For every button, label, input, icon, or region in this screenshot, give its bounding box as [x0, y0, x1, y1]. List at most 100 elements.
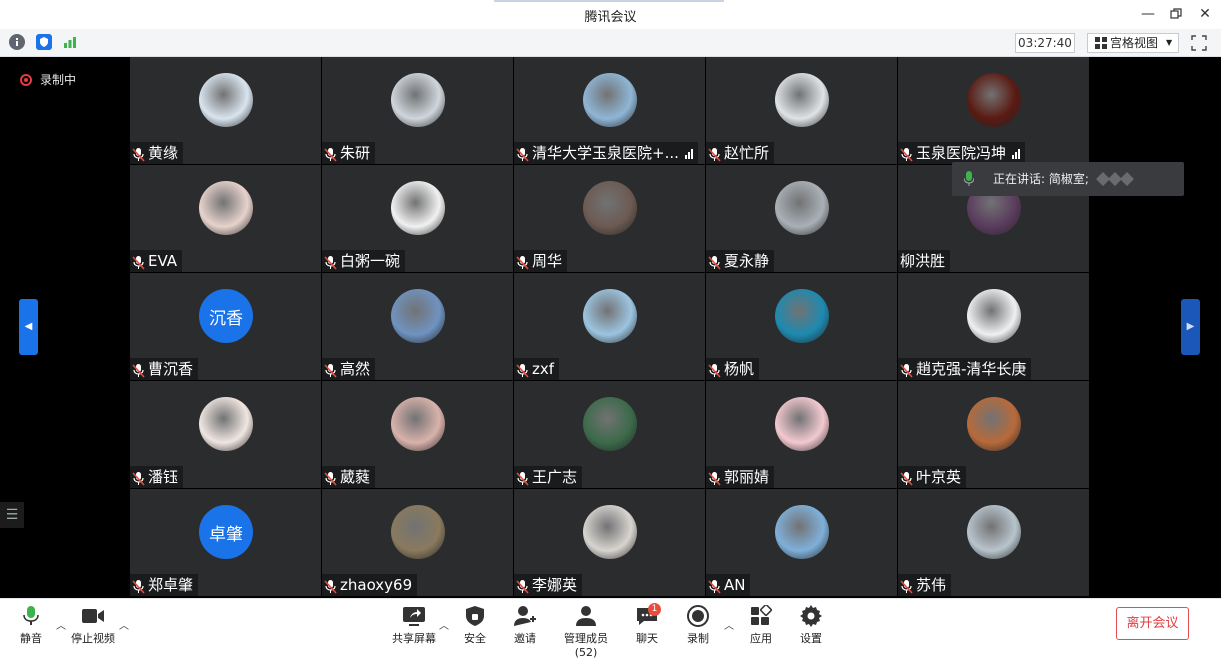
- participant-nameplate: 夏永静: [706, 250, 775, 272]
- participant-avatar: [775, 181, 829, 235]
- participant-tile[interactable]: 玉泉医院冯坤: [898, 57, 1089, 164]
- participant-nameplate: zxf: [514, 358, 560, 380]
- participant-tile[interactable]: 黄缘: [130, 57, 321, 164]
- meeting-info-bar: 03:27:40 宫格视图 ▼: [0, 29, 1221, 57]
- participant-nameplate: AN: [706, 574, 751, 596]
- record-options-caret-icon[interactable]: ︿: [724, 617, 734, 632]
- participant-avatar: [583, 289, 637, 343]
- close-icon[interactable]: ✕: [1194, 4, 1216, 24]
- signal-strength-icon: [1012, 148, 1021, 159]
- leave-meeting-button[interactable]: 离开会议: [1116, 607, 1189, 640]
- participant-grid: 黄缘 朱研 清华大学玉泉医院+... 赵忙所 玉泉医院冯坤 EVA 白粥一碗 周华 夏永静 柳洪胜…: [130, 57, 1089, 598]
- participant-tile[interactable]: EVA: [130, 165, 321, 272]
- mute-button[interactable]: 静音: [14, 605, 48, 646]
- participant-tile[interactable]: AN: [706, 489, 897, 596]
- participant-nameplate: 葳蕤: [322, 466, 376, 488]
- participant-avatar: [583, 73, 637, 127]
- share-options-caret-icon[interactable]: ︿: [439, 617, 449, 632]
- participant-tile[interactable]: 赵忙所: [706, 57, 897, 164]
- participant-avatar: [583, 181, 637, 235]
- participant-tile[interactable]: 杨帆: [706, 273, 897, 380]
- participant-avatar: [199, 181, 253, 235]
- participant-avatar: [775, 505, 829, 559]
- participant-tile[interactable]: 趙克强-清华长庚: [898, 273, 1089, 380]
- mic-muted-icon: [516, 470, 529, 486]
- mic-muted-icon: [708, 146, 721, 162]
- mic-muted-icon: [708, 362, 721, 378]
- mic-muted-icon: [324, 146, 337, 162]
- recording-dot-icon: [20, 74, 32, 86]
- participant-name: 玉泉医院冯坤: [916, 144, 1007, 162]
- participant-nameplate: 苏伟: [898, 574, 952, 596]
- participant-tile[interactable]: 叶京英: [898, 381, 1089, 488]
- participant-tile[interactable]: 苏伟: [898, 489, 1089, 596]
- member-list-toggle-icon[interactable]: ☰: [0, 502, 24, 528]
- manage-members-button[interactable]: 管理成员(52): [554, 605, 618, 659]
- record-button[interactable]: 录制: [685, 605, 711, 646]
- prev-page-button[interactable]: ◀: [19, 299, 38, 355]
- participant-tile[interactable]: 郭丽婧: [706, 381, 897, 488]
- participant-tile[interactable]: zhaoxy69: [322, 489, 513, 596]
- fullscreen-icon[interactable]: [1190, 34, 1208, 52]
- participant-tile[interactable]: 高然: [322, 273, 513, 380]
- participant-tile[interactable]: 潘钰: [130, 381, 321, 488]
- participant-nameplate: zhaoxy69: [322, 574, 418, 596]
- participant-name: 曹沉香: [148, 360, 194, 378]
- participant-tile[interactable]: zxf: [514, 273, 705, 380]
- participant-name: 葳蕤: [340, 468, 371, 486]
- security-label: 安全: [464, 632, 486, 645]
- view-mode-select[interactable]: 宫格视图 ▼: [1087, 33, 1179, 53]
- mic-muted-icon: [324, 578, 337, 594]
- participant-nameplate: 曹沉香: [130, 358, 199, 380]
- next-page-button[interactable]: ▶: [1181, 299, 1200, 355]
- participant-tile[interactable]: 周华: [514, 165, 705, 272]
- participant-tile[interactable]: 朱研: [322, 57, 513, 164]
- audio-options-caret-icon[interactable]: ︿: [56, 617, 66, 632]
- settings-button[interactable]: 设置: [798, 605, 824, 646]
- control-bar: 静音 ︿ 停止视频 ︿ 共享屏幕 ︿ 安全 邀请 管理成员(52) 聊天 1 录…: [0, 598, 1221, 659]
- participant-avatar: [199, 73, 253, 127]
- info-icon[interactable]: [9, 34, 25, 50]
- mic-muted-icon: [900, 146, 913, 162]
- participant-tile[interactable]: 葳蕤: [322, 381, 513, 488]
- participant-tile[interactable]: 白粥一碗: [322, 165, 513, 272]
- record-label: 录制: [687, 632, 709, 645]
- participant-tile[interactable]: 沉香 曹沉香: [130, 273, 321, 380]
- invite-button[interactable]: 邀请: [512, 605, 538, 646]
- chevron-down-icon: ▼: [1166, 38, 1173, 47]
- share-screen-button[interactable]: 共享屏幕: [391, 605, 437, 646]
- participant-tile[interactable]: 夏永静: [706, 165, 897, 272]
- mic-muted-icon: [324, 254, 337, 270]
- participant-nameplate: EVA: [130, 250, 183, 272]
- members-icon: [576, 606, 596, 626]
- network-signal-icon[interactable]: [62, 34, 78, 50]
- participant-nameplate: 郑卓肇: [130, 574, 199, 596]
- security-button[interactable]: 安全: [462, 605, 488, 646]
- participant-avatar: 沉香: [199, 289, 253, 343]
- participant-nameplate: 周华: [514, 250, 568, 272]
- mic-muted-icon: [324, 470, 337, 486]
- participant-nameplate: 杨帆: [706, 358, 760, 380]
- grid-view-icon: [1095, 37, 1107, 49]
- chat-label: 聊天: [636, 632, 658, 645]
- participant-tile[interactable]: 王广志: [514, 381, 705, 488]
- participant-tile[interactable]: 清华大学玉泉医院+...: [514, 57, 705, 164]
- video-options-caret-icon[interactable]: ︿: [119, 617, 129, 632]
- participant-tile[interactable]: 李娜英: [514, 489, 705, 596]
- signal-strength-icon: [684, 148, 693, 159]
- mic-muted-icon: [516, 254, 529, 270]
- share-screen-label: 共享屏幕: [392, 632, 436, 645]
- apps-grid-icon: [751, 605, 772, 625]
- participant-avatar: 卓肇: [199, 505, 253, 559]
- restore-icon[interactable]: [1165, 4, 1187, 24]
- apps-button[interactable]: 应用: [748, 605, 774, 646]
- participant-nameplate: 李娜英: [514, 574, 583, 596]
- mic-muted-icon: [900, 578, 913, 594]
- minimize-icon[interactable]: —: [1137, 4, 1159, 24]
- participant-tile[interactable]: 卓肇 郑卓肇: [130, 489, 321, 596]
- participant-name: zxf: [532, 360, 555, 378]
- settings-label: 设置: [800, 632, 822, 645]
- shield-icon[interactable]: [36, 34, 52, 50]
- stop-video-button[interactable]: 停止视频: [70, 605, 116, 646]
- participant-avatar: [391, 73, 445, 127]
